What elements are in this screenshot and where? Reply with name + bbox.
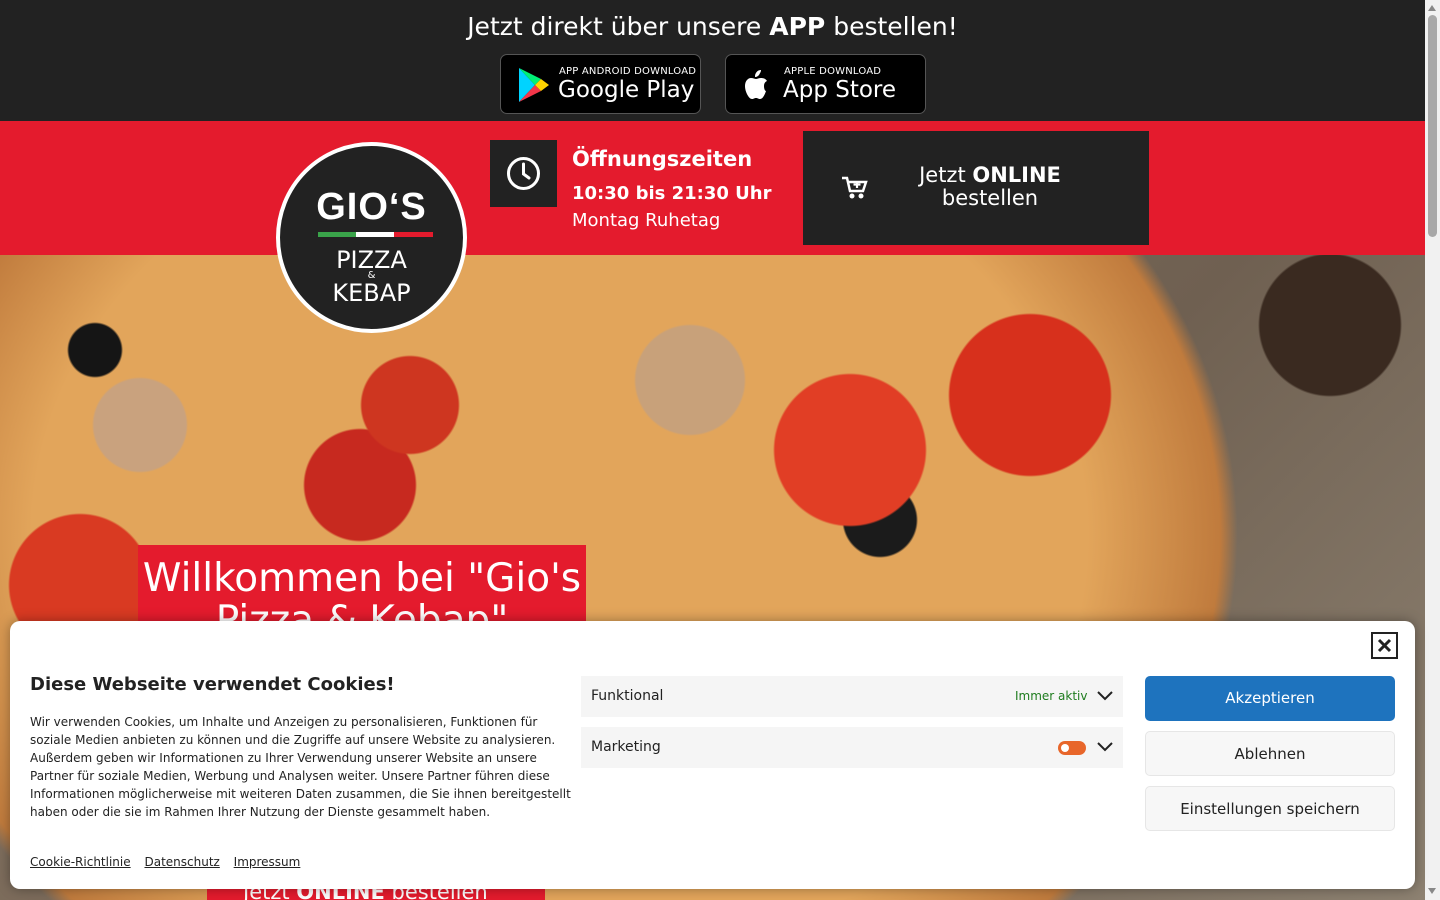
order-online-prefix: Jetzt [919, 163, 973, 187]
toggle-knob [1061, 744, 1069, 752]
app-store-label: App Store [783, 77, 897, 103]
google-play-icon [519, 68, 549, 102]
site-logo[interactable]: GIO‘S PIZZA & KEBAP [276, 142, 467, 333]
app-store-button[interactable]: APPLE DOWNLOAD App Store [725, 54, 926, 114]
always-active-badge: Immer aktiv [1015, 689, 1088, 703]
category-marketing-label: Marketing [591, 739, 661, 755]
order-online-label: Jetzt ONLINE bestellen [899, 164, 1081, 210]
opening-hours-note: Montag Ruhetag [572, 210, 721, 231]
scroll-down-arrow-icon[interactable] [1428, 888, 1436, 894]
cookie-category-marketing[interactable]: Marketing [581, 727, 1123, 768]
cookie-category-functional[interactable]: Funktional Immer aktiv [581, 676, 1123, 717]
page-scrollbar[interactable] [1425, 0, 1440, 900]
app-promo-title-prefix: Jetzt direkt über unsere [467, 12, 770, 41]
accept-cookies-button[interactable]: Akzeptieren [1145, 676, 1395, 721]
marketing-toggle[interactable] [1058, 741, 1086, 755]
opening-hours-time: 10:30 bis 21:30 Uhr [572, 183, 772, 204]
logo-brand: GIO‘S [316, 186, 427, 228]
cookie-description: Wir verwenden Cookies, um Inhalte und An… [30, 715, 571, 819]
logo-stripe [318, 232, 433, 237]
opening-hours-title: Öffnungszeiten [572, 147, 753, 171]
google-play-button[interactable]: APP ANDROID DOWNLOAD Google Play [500, 54, 701, 114]
cookie-title: Diese Webseite verwendet Cookies! [30, 674, 395, 695]
scroll-up-arrow-icon[interactable] [1428, 5, 1436, 11]
imprint-link[interactable]: Impressum [234, 855, 301, 869]
cookie-policy-link[interactable]: Cookie-Richtlinie [30, 855, 131, 869]
cart-icon [842, 176, 868, 199]
app-promo-title-suffix: bestellen! [825, 12, 958, 41]
cookie-links: Cookie-Richtlinie Datenschutz Impressum [30, 855, 310, 869]
close-icon [1377, 638, 1392, 653]
order-online-bold: ONLINE [972, 163, 1061, 187]
google-play-label: Google Play [558, 77, 695, 103]
google-play-small-label: APP ANDROID DOWNLOAD [559, 66, 697, 77]
chevron-down-icon[interactable] [1097, 740, 1113, 752]
apple-icon [745, 70, 767, 99]
chevron-down-icon[interactable] [1097, 689, 1113, 701]
deny-cookies-button[interactable]: Ablehnen [1145, 731, 1395, 776]
app-promo-title: Jetzt direkt über unsere APP bestellen! [0, 12, 1425, 41]
order-online-suffix: bestellen [941, 186, 1039, 210]
order-online-button[interactable]: Jetzt ONLINE bestellen [803, 131, 1149, 245]
cookie-consent-banner: Diese Webseite verwendet Cookies! Wir ve… [10, 621, 1415, 889]
privacy-link[interactable]: Datenschutz [144, 855, 219, 869]
app-store-small-label: APPLE DOWNLOAD [784, 66, 882, 77]
category-functional-label: Funktional [591, 688, 664, 704]
cookie-close-button[interactable] [1371, 632, 1398, 659]
logo-line-kebap: KEBAP [332, 279, 411, 307]
save-settings-button[interactable]: Einstellungen speichern [1145, 786, 1395, 831]
clock-icon [507, 157, 540, 190]
app-promo-title-bold: APP [769, 12, 826, 41]
clock-icon-box [490, 140, 557, 207]
app-promo-bar: Jetzt direkt über unsere APP bestellen! … [0, 0, 1425, 121]
scroll-thumb[interactable] [1428, 15, 1437, 237]
